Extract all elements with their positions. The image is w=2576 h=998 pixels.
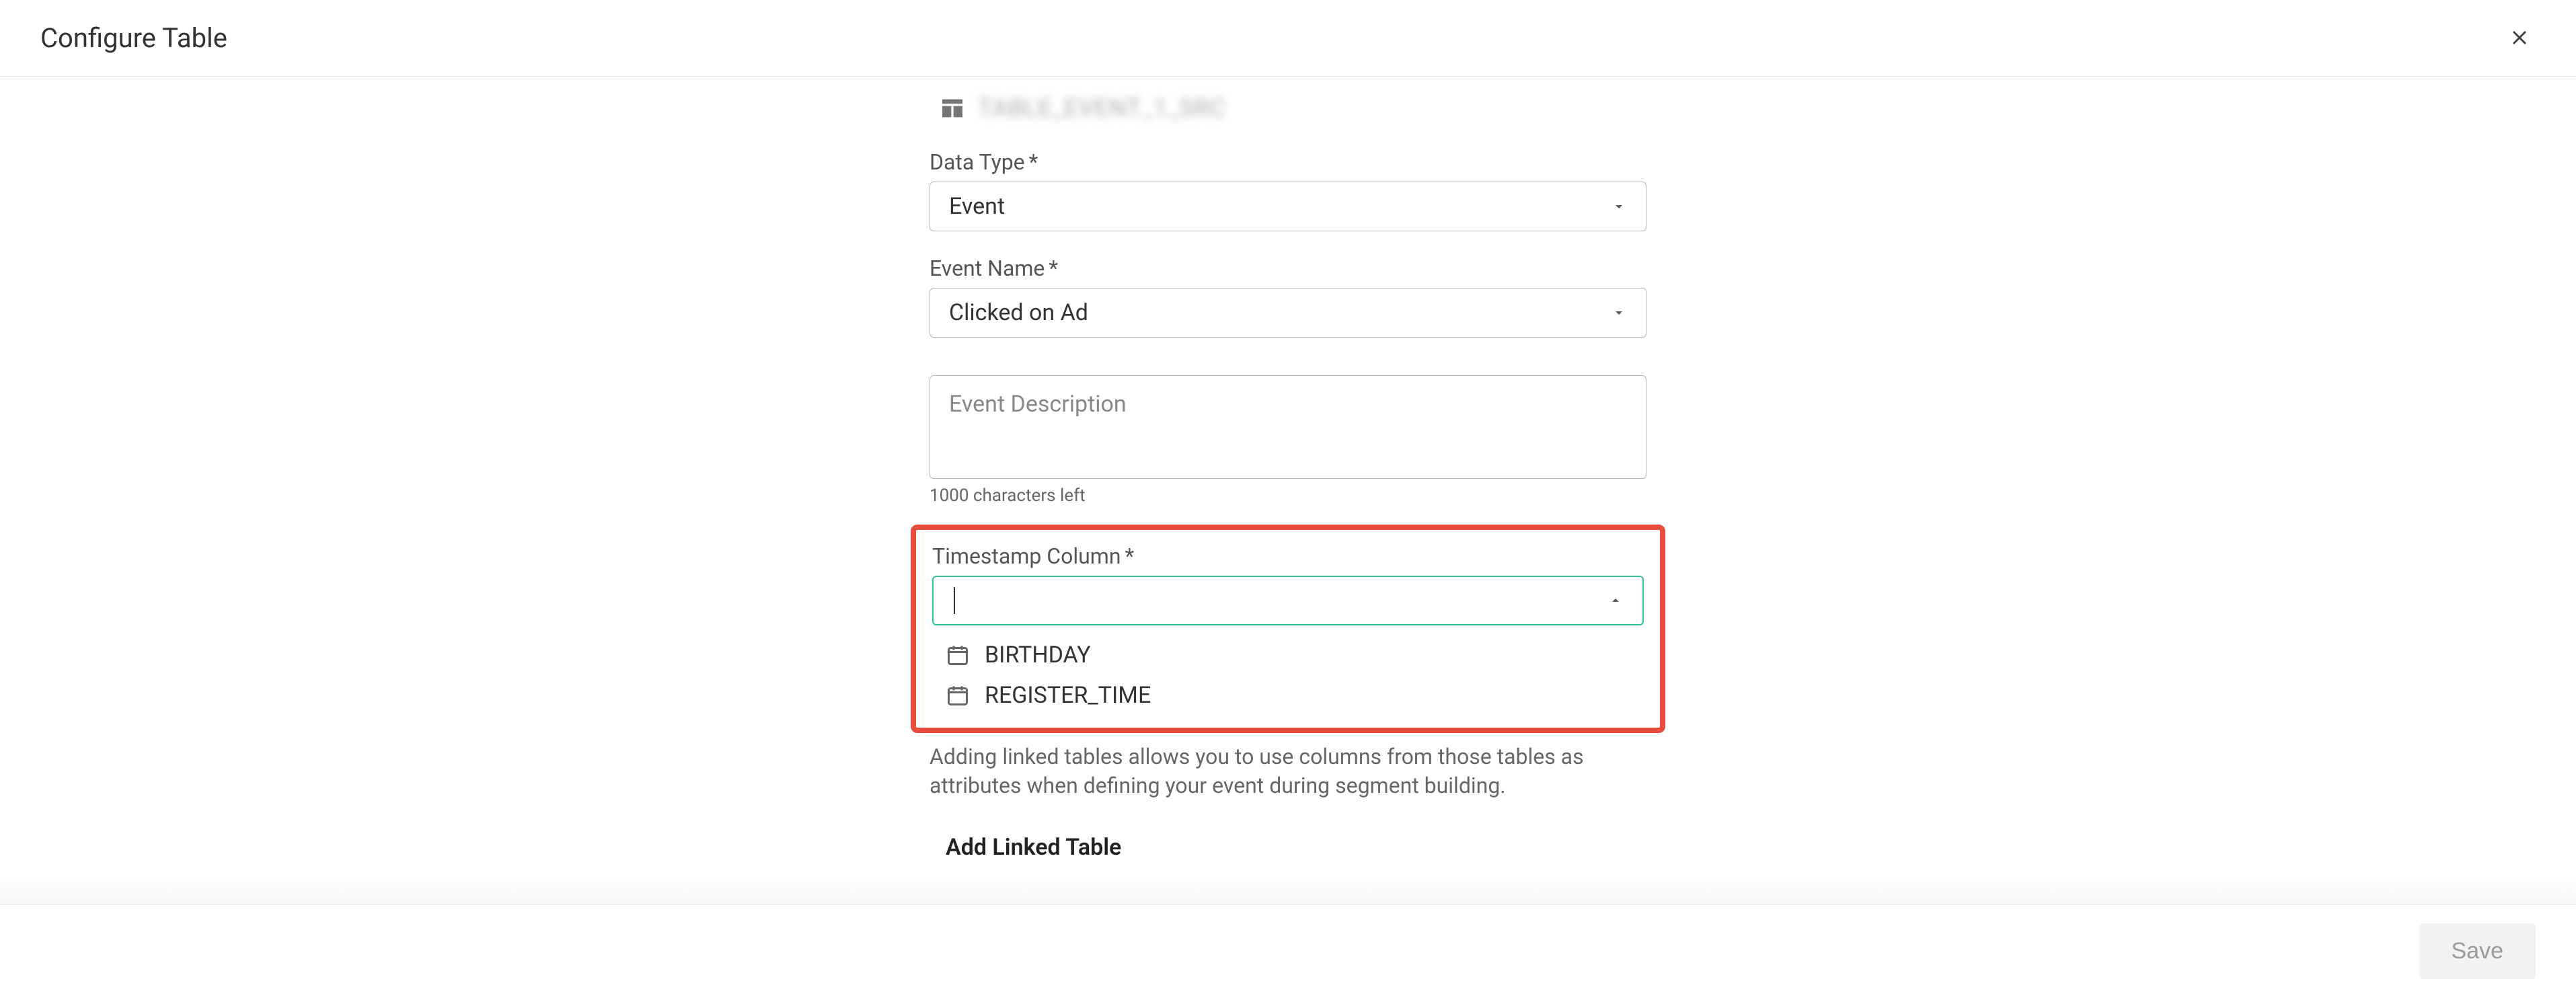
- modal-header: Configure Table: [0, 0, 2576, 77]
- timestamp-option-label: REGISTER_TIME: [985, 682, 1151, 709]
- linked-tables-help: Adding linked tables allows you to use c…: [930, 742, 1646, 800]
- timestamp-option-label: BIRTHDAY: [985, 642, 1091, 668]
- data-type-select[interactable]: Event: [930, 182, 1646, 231]
- required-mark: *: [1125, 543, 1135, 569]
- page-title: Configure Table: [40, 22, 227, 54]
- characters-left: 1000 characters left: [930, 486, 1646, 506]
- timestamp-option-birthday[interactable]: BIRTHDAY: [932, 635, 1644, 675]
- data-type-label: Data Type *: [930, 149, 1646, 175]
- timestamp-option-register-time[interactable]: REGISTER_TIME: [932, 675, 1644, 716]
- required-mark: *: [1029, 149, 1038, 175]
- chevron-up-icon: [1607, 592, 1624, 609]
- event-name-select[interactable]: Clicked on Ad: [930, 288, 1646, 338]
- calendar-icon: [946, 643, 970, 667]
- configure-table-modal: Configure Table TABLE_EVENT_1_SRC Data T…: [0, 0, 2576, 998]
- event-name-value: Clicked on Ad: [949, 299, 1088, 326]
- event-name-label: Event Name *: [930, 256, 1646, 281]
- modal-footer: Save: [0, 904, 2576, 998]
- data-type-value: Event: [949, 193, 1005, 220]
- chevron-down-icon: [1611, 305, 1627, 321]
- calendar-icon: [946, 683, 970, 707]
- add-linked-table-button[interactable]: Add Linked Table: [930, 834, 1646, 861]
- close-button[interactable]: [2503, 22, 2536, 54]
- timestamp-highlight: Timestamp Column * BIRTHDAY: [911, 525, 1665, 733]
- table-icon: [939, 95, 966, 122]
- timestamp-column-field: Timestamp Column * BIRTHDAY: [932, 543, 1644, 716]
- close-icon: [2507, 26, 2532, 50]
- footer-shadow: [0, 877, 2576, 904]
- event-description-input[interactable]: Event Description: [930, 375, 1646, 479]
- event-description-placeholder: Event Description: [949, 391, 1127, 418]
- timestamp-dropdown-list: BIRTHDAY REGISTER_TIME: [932, 635, 1644, 716]
- source-table-row: TABLE_EVENT_1_SRC: [930, 94, 1646, 122]
- timestamp-column-label: Timestamp Column *: [932, 543, 1644, 569]
- event-name-field: Event Name * Clicked on Ad: [930, 256, 1646, 338]
- event-description-field: Event Description 1000 characters left: [930, 375, 1646, 506]
- required-mark: *: [1049, 256, 1058, 281]
- chevron-down-icon: [1611, 198, 1627, 215]
- timestamp-column-select[interactable]: [932, 576, 1644, 625]
- source-table-name: TABLE_EVENT_1_SRC: [978, 94, 1226, 122]
- modal-content: TABLE_EVENT_1_SRC Data Type * Event Even…: [930, 77, 1646, 861]
- save-button[interactable]: Save: [2419, 923, 2536, 979]
- text-cursor: [954, 587, 955, 614]
- data-type-field: Data Type * Event: [930, 149, 1646, 231]
